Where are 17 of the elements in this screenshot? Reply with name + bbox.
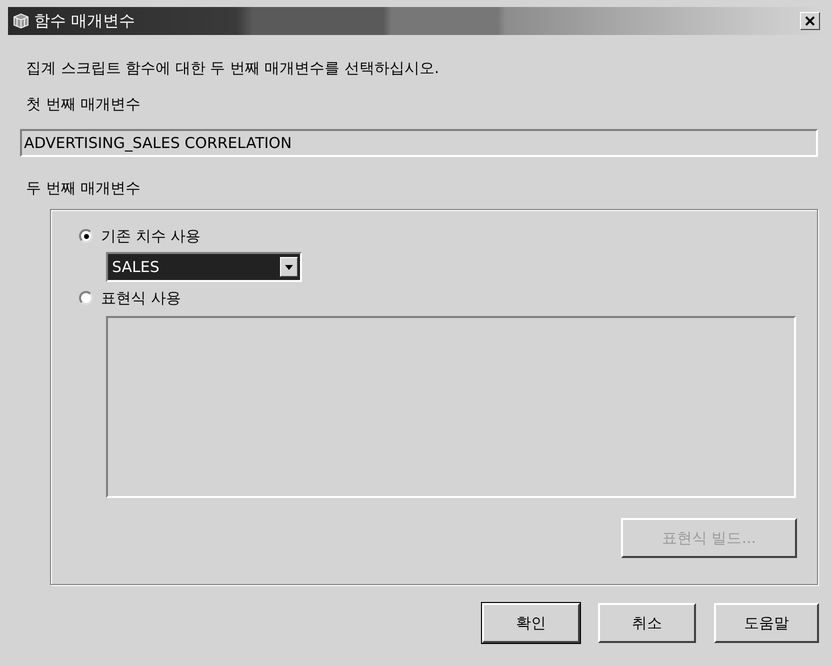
close-icon bbox=[805, 16, 815, 26]
field-label: 첫 번째 매개변수 bbox=[26, 94, 142, 115]
close-button[interactable] bbox=[800, 12, 820, 30]
cube-icon bbox=[12, 12, 30, 30]
instruction-text: 집계 스크립트 함수에 대한 두 번째 매개변수를 선택하십시오. bbox=[26, 58, 440, 79]
radio-button[interactable] bbox=[79, 229, 93, 243]
dropdown-value: SALES bbox=[111, 256, 160, 278]
radio-label[interactable]: 기존 치수 사용 bbox=[101, 224, 201, 248]
first-parameter-field[interactable]: ADVERTISING_SALES CORRELATION bbox=[20, 129, 818, 157]
radio-label[interactable]: 표현식 사용 bbox=[101, 286, 181, 310]
dialog-button[interactable]: 확인 bbox=[482, 603, 580, 643]
dialog-button[interactable]: 도움말 bbox=[714, 603, 819, 643]
radio-button[interactable] bbox=[79, 291, 93, 305]
dimension-dropdown[interactable]: SALES bbox=[106, 252, 302, 282]
window-title: 함수 매개변수 bbox=[34, 10, 136, 32]
dialog-button[interactable]: 취소 bbox=[598, 603, 696, 643]
field-label: 두 번째 매개변수 bbox=[26, 178, 142, 199]
